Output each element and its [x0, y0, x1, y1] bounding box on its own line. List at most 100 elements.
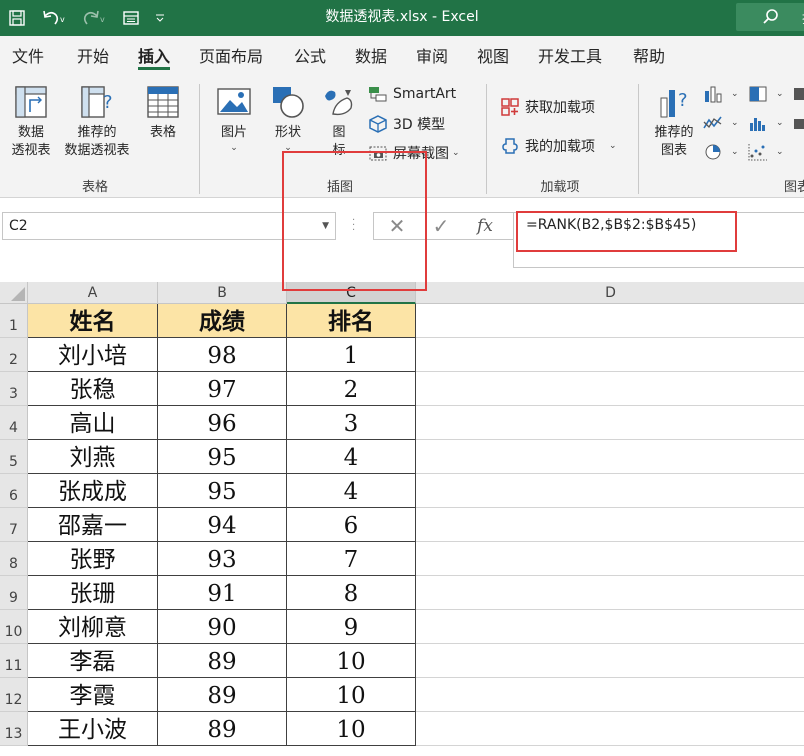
- cell-score[interactable]: 89: [158, 678, 287, 712]
- statistic-chart-button[interactable]: ⌄: [748, 114, 784, 132]
- cell-empty[interactable]: [416, 576, 804, 610]
- cell-name[interactable]: 刘小培: [28, 338, 158, 372]
- cell-empty[interactable]: [416, 542, 804, 576]
- row-header[interactable]: 9: [0, 576, 28, 610]
- row-header[interactable]: 11: [0, 644, 28, 678]
- icons-button[interactable]: 图 标: [318, 84, 360, 160]
- column-chart-button[interactable]: ⌄: [703, 85, 739, 103]
- row-header[interactable]: 6: [0, 474, 28, 508]
- cell-name[interactable]: 王小波: [28, 712, 158, 746]
- cell-rank[interactable]: 3: [287, 406, 416, 440]
- cell-score[interactable]: 95: [158, 474, 287, 508]
- row-header[interactable]: 5: [0, 440, 28, 474]
- cell-empty[interactable]: [416, 610, 804, 644]
- tab-file[interactable]: 文件: [12, 36, 44, 76]
- cell-score[interactable]: 90: [158, 610, 287, 644]
- row-header[interactable]: 10: [0, 610, 28, 644]
- tab-view[interactable]: 视图: [477, 36, 509, 76]
- tab-formulas[interactable]: 公式: [294, 36, 326, 76]
- cell-rank[interactable]: 10: [287, 644, 416, 678]
- tab-developer[interactable]: 开发工具: [538, 36, 602, 76]
- cell-name[interactable]: 张稳: [28, 372, 158, 406]
- cell-empty[interactable]: [416, 372, 804, 406]
- cell-empty[interactable]: [416, 338, 804, 372]
- row-header[interactable]: 4: [0, 406, 28, 440]
- cell-name[interactable]: 李霞: [28, 678, 158, 712]
- tab-home[interactable]: 开始: [77, 36, 109, 76]
- recommended-pivot-button[interactable]: ? 推荐的 数据透视表: [59, 84, 135, 160]
- row-header[interactable]: 7: [0, 508, 28, 542]
- cell-rank[interactable]: 10: [287, 678, 416, 712]
- cell-rank[interactable]: 1: [287, 338, 416, 372]
- pivot-table-button[interactable]: 数据 透视表: [6, 84, 56, 160]
- insert-function-icon[interactable]: fx: [470, 213, 500, 239]
- cell-empty[interactable]: [416, 712, 804, 746]
- header-cell-rank[interactable]: 排名: [287, 304, 416, 338]
- cell-name[interactable]: 张珊: [28, 576, 158, 610]
- scatter-chart-button[interactable]: ⌄: [748, 143, 784, 161]
- cell-name[interactable]: 邵嘉一: [28, 508, 158, 542]
- more-chart-button[interactable]: [792, 85, 804, 103]
- cell-rank[interactable]: 10: [287, 712, 416, 746]
- cell-score[interactable]: 98: [158, 338, 287, 372]
- cell-score[interactable]: 91: [158, 576, 287, 610]
- line-chart-button[interactable]: ⌄: [703, 114, 739, 132]
- cell-score[interactable]: 96: [158, 406, 287, 440]
- recommended-charts-button[interactable]: ? 推荐的 图表: [648, 84, 700, 160]
- cell-rank[interactable]: 6: [287, 508, 416, 542]
- pie-chart-button[interactable]: ⌄: [703, 143, 739, 161]
- cell-name[interactable]: 刘柳意: [28, 610, 158, 644]
- cell-score[interactable]: 89: [158, 712, 287, 746]
- header-cell-score[interactable]: 成绩: [158, 304, 287, 338]
- tab-review[interactable]: 审阅: [416, 36, 448, 76]
- column-header-a[interactable]: A: [28, 282, 158, 304]
- cell-score[interactable]: 94: [158, 508, 287, 542]
- 3d-models-button[interactable]: 3D 模型: [368, 114, 445, 134]
- cell-rank[interactable]: 4: [287, 474, 416, 508]
- cell-name[interactable]: 张野: [28, 542, 158, 576]
- smartart-button[interactable]: SmartArt: [368, 85, 456, 103]
- tab-page-layout[interactable]: 页面布局: [199, 36, 263, 76]
- enter-icon[interactable]: ✓: [426, 213, 456, 239]
- column-header-b[interactable]: B: [158, 282, 287, 304]
- cell-score[interactable]: 97: [158, 372, 287, 406]
- pictures-button[interactable]: 图片 ⌄: [212, 84, 256, 154]
- row-header[interactable]: 13: [0, 712, 28, 746]
- select-all-button[interactable]: [0, 282, 28, 304]
- row-header[interactable]: 12: [0, 678, 28, 712]
- cell-score[interactable]: 95: [158, 440, 287, 474]
- shapes-button[interactable]: 形状 ⌄: [266, 84, 310, 154]
- worksheet-grid[interactable]: A B C D 1 姓名 成绩 排名 2 刘小培 98 1 3 张稳 97 2 4 高山 96 3 5 刘燕 95 4…: [0, 282, 804, 746]
- cell-score[interactable]: 93: [158, 542, 287, 576]
- column-header-d[interactable]: D: [416, 282, 804, 304]
- cell-rank[interactable]: 9: [287, 610, 416, 644]
- cell-empty[interactable]: [416, 644, 804, 678]
- tab-insert[interactable]: 插入: [138, 36, 171, 76]
- cell-empty[interactable]: [416, 304, 804, 338]
- hierarchy-chart-button[interactable]: ⌄: [748, 85, 784, 103]
- cell-empty[interactable]: [416, 508, 804, 542]
- cell-empty[interactable]: [416, 440, 804, 474]
- row-header[interactable]: 2: [0, 338, 28, 372]
- row-header[interactable]: 3: [0, 372, 28, 406]
- cell-empty[interactable]: [416, 678, 804, 712]
- cell-name[interactable]: 高山: [28, 406, 158, 440]
- cell-rank[interactable]: 4: [287, 440, 416, 474]
- cell-rank[interactable]: 7: [287, 542, 416, 576]
- table-button[interactable]: 表格: [140, 84, 186, 142]
- cell-name[interactable]: 李磊: [28, 644, 158, 678]
- more-chart-button[interactable]: [792, 114, 804, 132]
- cell-rank[interactable]: 8: [287, 576, 416, 610]
- cell-rank[interactable]: 2: [287, 372, 416, 406]
- cell-empty[interactable]: [416, 474, 804, 508]
- cell-name[interactable]: 张成成: [28, 474, 158, 508]
- search-box[interactable]: 搜: [736, 3, 804, 31]
- row-header[interactable]: 1: [0, 304, 28, 338]
- get-addins-button[interactable]: 获取加载项: [500, 97, 595, 117]
- row-header[interactable]: 8: [0, 542, 28, 576]
- tab-help[interactable]: 帮助: [633, 36, 665, 76]
- my-addins-button[interactable]: 我的加载项 ⌄: [500, 136, 617, 156]
- cell-name[interactable]: 刘燕: [28, 440, 158, 474]
- header-cell-name[interactable]: 姓名: [28, 304, 158, 338]
- cell-score[interactable]: 89: [158, 644, 287, 678]
